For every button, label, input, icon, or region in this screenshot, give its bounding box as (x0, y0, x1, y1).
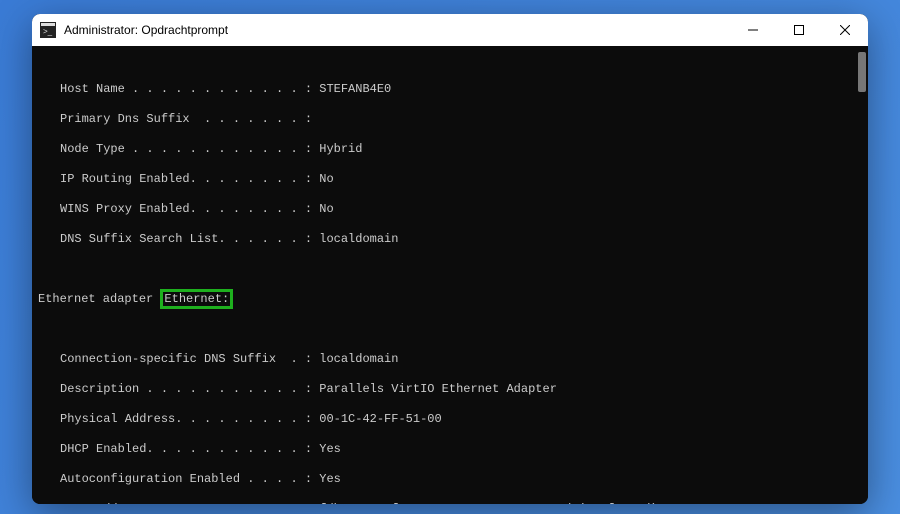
output-line: DNS Suffix Search List. . . . . . : loca… (38, 232, 868, 247)
output-line: IP Routing Enabled. . . . . . . . : No (38, 172, 868, 187)
titlebar[interactable]: >_ Administrator: Opdrachtprompt (32, 14, 868, 46)
output-line: WINS Proxy Enabled. . . . . . . . : No (38, 202, 868, 217)
output-line: DHCP Enabled. . . . . . . . . . . : Yes (38, 442, 868, 457)
maximize-button[interactable] (776, 14, 822, 46)
cmd-icon: >_ (40, 22, 56, 38)
svg-text:>_: >_ (43, 27, 53, 36)
blank-line (38, 322, 868, 337)
output-line: Description . . . . . . . . . . . : Para… (38, 382, 868, 397)
output-line: Connection-specific DNS Suffix . : local… (38, 352, 868, 367)
output-line: Autoconfiguration Enabled . . . . : Yes (38, 472, 868, 487)
adapter-heading: Ethernet adapter Ethernet: (38, 292, 868, 307)
close-button[interactable] (822, 14, 868, 46)
output-line: Node Type . . . . . . . . . . . . : Hybr… (38, 142, 868, 157)
highlight-ethernet: Ethernet: (160, 289, 233, 309)
terminal-output[interactable]: Host Name . . . . . . . . . . . . : STEF… (32, 46, 868, 504)
blank-line (38, 262, 868, 277)
output-line: IPv6 Address. . . . . . . . . . . : fdb2… (38, 502, 868, 504)
scrollbar-thumb[interactable] (858, 52, 866, 92)
command-prompt-window: >_ Administrator: Opdrachtprompt Host Na… (32, 14, 868, 504)
output-line: Primary Dns Suffix . . . . . . . : (38, 112, 868, 127)
minimize-button[interactable] (730, 14, 776, 46)
window-controls (730, 14, 868, 46)
output-line: Host Name . . . . . . . . . . . . : STEF… (38, 82, 868, 97)
window-title: Administrator: Opdrachtprompt (64, 23, 730, 37)
output-line: Physical Address. . . . . . . . . : 00-1… (38, 412, 868, 427)
